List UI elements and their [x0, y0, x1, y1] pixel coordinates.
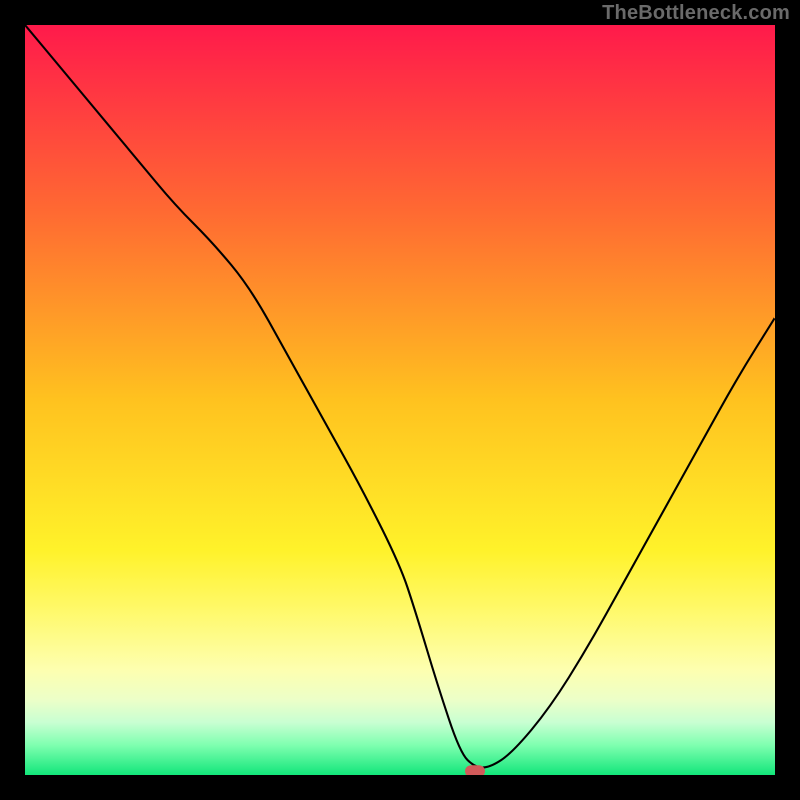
chart-svg: [25, 25, 775, 775]
chart-stage: TheBottleneck.com: [0, 0, 800, 800]
gradient-background: [25, 25, 775, 775]
plot-area: [25, 25, 775, 775]
watermark-text: TheBottleneck.com: [602, 2, 790, 25]
optimal-marker: [465, 765, 485, 775]
